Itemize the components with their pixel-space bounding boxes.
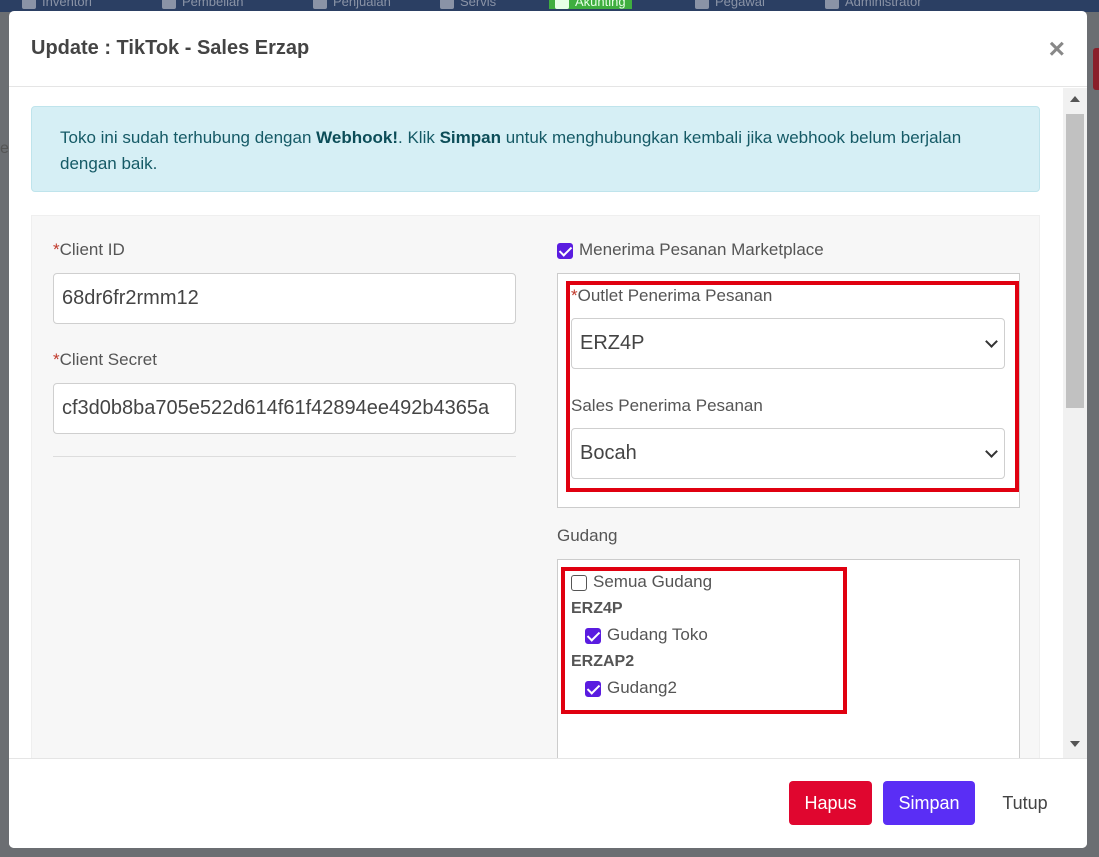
alert-text: . Klik (398, 128, 440, 147)
gudang-label: Gudang (557, 526, 618, 545)
client-secret-label-text: Client Secret (59, 350, 157, 369)
marketplace-checkbox-label: Menerima Pesanan Marketplace (579, 240, 824, 259)
nav-item-label: Administrator (845, 0, 922, 9)
update-modal: Update : TikTok - Sales Erzap × Toko ini… (9, 11, 1087, 848)
gear-icon (825, 0, 839, 9)
close-icon[interactable]: × (1049, 35, 1065, 63)
modal-body: Toko ini sudah terhubung dengan Webhook!… (9, 88, 1087, 758)
modal-title: Update : TikTok - Sales Erzap (31, 37, 310, 59)
nav-item-label: Akunting (575, 0, 626, 9)
close-button[interactable]: Tutup (990, 781, 1060, 825)
nav-item-label: Servis (460, 0, 497, 9)
scroll-up-arrow-icon[interactable] (1070, 96, 1080, 102)
required-mark: * (53, 350, 60, 369)
alert-bold-webhook: Webhook! (316, 128, 399, 147)
money-icon (555, 0, 569, 9)
client-id-label-text: Client ID (59, 240, 125, 259)
client-id-label: *Client ID (53, 240, 125, 260)
nav-item-akunting: Akunting (549, 0, 632, 9)
nav-item-inventori: Inventori (22, 0, 92, 9)
box-icon (22, 0, 36, 9)
scroll-down-arrow-icon[interactable] (1070, 741, 1080, 747)
highlight-outlet-sales (566, 281, 1019, 492)
alert-bold-simpan: Simpan (439, 128, 501, 147)
alert-text: Toko ini sudah terhubung dengan (60, 128, 317, 147)
required-mark: * (53, 240, 60, 259)
modal-header: Update : TikTok - Sales Erzap × (9, 11, 1087, 87)
gears-icon (440, 0, 454, 9)
nav-item-penjualan: Penjualan (313, 0, 391, 9)
client-id-input[interactable]: 68dr6fr2rmm12 (53, 273, 516, 324)
nav-item-label: Pegawai (715, 0, 765, 9)
client-secret-label: *Client Secret (53, 350, 157, 370)
nav-item-servis: Servis (440, 0, 496, 9)
divider (53, 456, 516, 457)
cart-icon (162, 0, 176, 9)
client-secret-input[interactable]: cf3d0b8ba705e522d614f61f42894ee492b4365a (53, 383, 516, 434)
nav-item-pegawai: Pegawai (695, 0, 765, 9)
highlight-gudang (561, 567, 847, 714)
webhook-alert: Toko ini sudah terhubung dengan Webhook!… (31, 106, 1040, 192)
nav-item-label: Penjualan (333, 0, 391, 9)
nav-item-pembelian: Pembelian (162, 0, 243, 9)
form-panel: *Client ID 68dr6fr2rmm12 *Client Secret … (31, 215, 1040, 758)
save-button[interactable]: Simpan (883, 781, 975, 825)
modal-scrollbar[interactable] (1063, 88, 1087, 758)
scroll-thumb[interactable] (1066, 114, 1084, 408)
marketplace-checkbox[interactable] (557, 243, 573, 259)
nav-item-label: Pembelian (182, 0, 244, 9)
background-text: e (0, 140, 9, 157)
background-red-button (1093, 48, 1099, 90)
nav-item-administrator: Administrator (825, 0, 922, 9)
id-card-icon (695, 0, 709, 9)
tag-icon (313, 0, 327, 9)
delete-button[interactable]: Hapus (789, 781, 872, 825)
modal-footer: Hapus Simpan Tutup (9, 758, 1087, 848)
nav-item-label: Inventori (42, 0, 92, 9)
